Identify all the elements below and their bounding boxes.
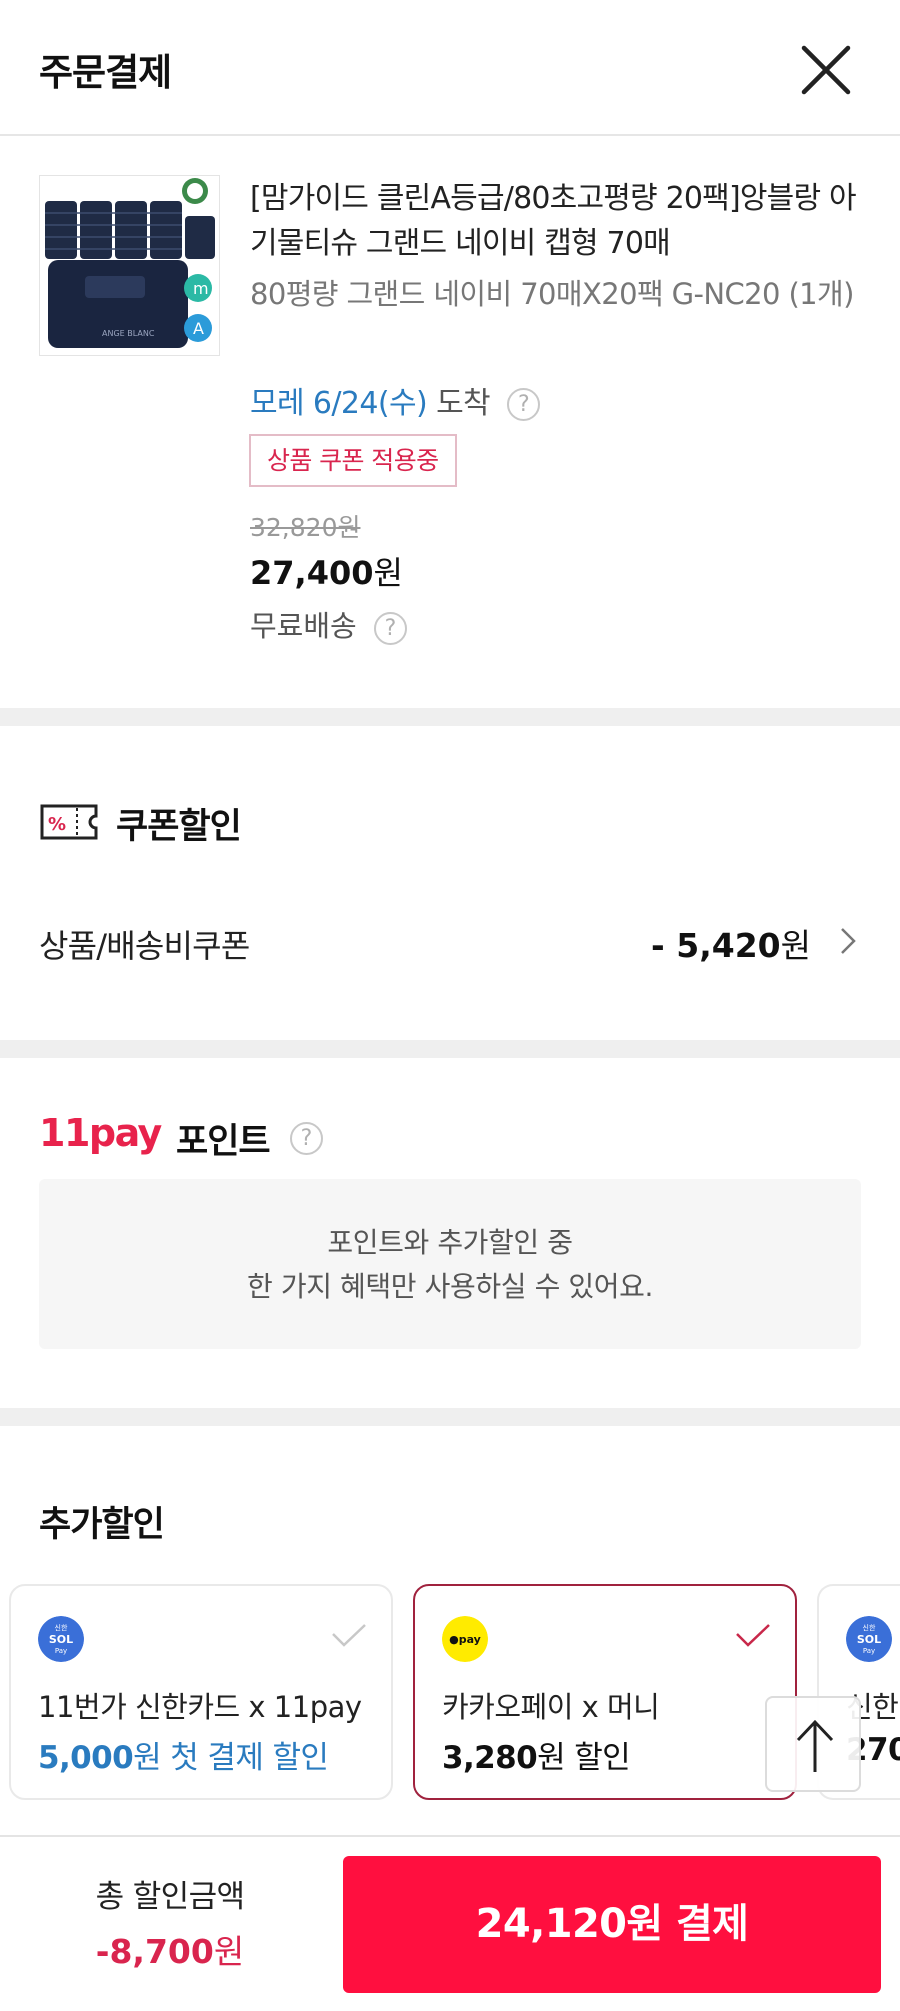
svg-text:%: % (48, 814, 66, 835)
total-discount-value: -8,700원 (0, 1925, 340, 1973)
check-icon (332, 1624, 366, 1647)
svg-text:m: m (193, 279, 209, 298)
coupon-icon: % (40, 804, 98, 840)
sale-price-number: 27,400 (250, 554, 374, 592)
card-benefit-amount: 5,000 (38, 1740, 134, 1776)
check-icon (736, 1624, 770, 1647)
coupon-section-title: 쿠폰할인 (116, 807, 242, 847)
svg-text:A: A (193, 319, 204, 338)
card-benefit: 5,000원 첫 결제 할인 (38, 1732, 329, 1777)
kakao-logo-text: ●pay (449, 1633, 481, 1646)
header: 주문결제 (0, 0, 900, 136)
kakao-pay-logo: ●pay (442, 1616, 488, 1662)
point-notice-line1: 포인트와 추가할인 중 (327, 1226, 573, 1259)
coupon-discount-number: - 5,420 (651, 926, 781, 965)
sol-pay-logo: 신한 SOL Pay (38, 1616, 84, 1662)
point-notice-line2: 한 가지 혜택만 사용하실 수 있어요. (246, 1270, 654, 1303)
card-name: 카카오페이 x 머니 (442, 1690, 660, 1724)
sol-logo-bot: Pay (863, 1647, 875, 1655)
section-divider (0, 1408, 900, 1426)
point-section-title: 포인트 (176, 1122, 271, 1162)
coupon-discount-unit: 원 (780, 926, 811, 965)
sol-logo-bot: Pay (55, 1647, 67, 1655)
svg-text:ANGE BLANC: ANGE BLANC (102, 329, 155, 338)
pay-button[interactable]: 24,120원 결제 (343, 1856, 881, 1993)
total-discount-number: -8,700 (95, 1932, 214, 1971)
close-icon[interactable] (796, 40, 856, 100)
sol-logo-top: 신한 (55, 1623, 68, 1632)
card-benefit-amount: 3,280 (442, 1740, 538, 1776)
coupon-applied-badge: 상품 쿠폰 적용중 (249, 434, 457, 487)
card-benefit-text: 할인 (564, 1740, 631, 1776)
product-section: m A ANGE BLANC [맘가이드 클린A등급/80초고평량 20팩]앙블… (0, 138, 900, 708)
extra-discount-title: 추가할인 (39, 1505, 165, 1545)
total-discount-unit: 원 (213, 1932, 245, 1971)
scroll-to-top-button[interactable] (765, 1696, 861, 1792)
page-title: 주문결제 (39, 51, 172, 94)
arrival-date: 모레 6/24(수) (250, 386, 428, 421)
arrival-suffix: 도착 (436, 386, 491, 421)
shipping-label: 무료배송 (250, 609, 357, 643)
coupon-discount-value: - 5,420원 (651, 919, 811, 967)
section-divider (0, 1040, 900, 1058)
product-option: 80평량 그랜드 네이비 70매X20팩 G-NC20 (1개) (250, 277, 854, 311)
card-benefit: 3,280원 할인 (442, 1732, 631, 1777)
discount-card-shinhan-11pay[interactable]: 신한 SOL Pay 11번가 신한카드 x 11pay 5,000원 첫 결제… (9, 1584, 393, 1800)
chevron-right-icon[interactable] (837, 925, 859, 957)
sol-pay-logo: 신한 SOL Pay (846, 1616, 892, 1662)
arrival-info: 모레 6/24(수) 도착 ? (250, 378, 540, 422)
card-benefit-unit: 원 (537, 1740, 566, 1776)
product-image[interactable]: m A ANGE BLANC (39, 175, 220, 356)
help-icon[interactable]: ? (373, 611, 407, 645)
bottom-bar: 총 할인금액 -8,700원 24,120원 결제 (0, 1835, 900, 2011)
coupon-row-label: 상품/배송비쿠폰 (39, 927, 250, 965)
card-name: 11번가 신한카드 x 11pay (38, 1690, 362, 1724)
section-divider (0, 708, 900, 726)
product-name[interactable]: [맘가이드 클린A등급/80초고평량 20팩]앙블랑 아기물티슈 그랜드 네이비… (250, 176, 860, 266)
help-icon[interactable]: ? (290, 1122, 323, 1155)
shipping-info: 무료배송 ? (250, 603, 407, 645)
sale-price: 27,400원 (250, 548, 403, 594)
sol-logo-mid: SOL (49, 1633, 73, 1646)
arrow-up-icon (796, 1719, 834, 1772)
card-benefit-unit: 원 (133, 1740, 162, 1776)
card-benefit-text: 첫 결제 할인 (160, 1740, 329, 1776)
sol-logo-mid: SOL (857, 1633, 881, 1646)
original-price: 32,820원 (250, 513, 361, 542)
11pay-logo: 11pay (39, 1111, 162, 1155)
sol-logo-top: 신한 (863, 1623, 876, 1632)
total-discount-label: 총 할인금액 (95, 1879, 245, 1915)
discount-card-kakaopay[interactable]: ●pay 카카오페이 x 머니 3,280원 할인 (413, 1584, 797, 1800)
coupon-row[interactable]: 상품/배송비쿠폰 - 5,420원 (39, 915, 859, 965)
help-icon[interactable]: ? (507, 388, 540, 421)
sale-price-unit: 원 (373, 554, 403, 592)
point-notice-box: 포인트와 추가할인 중 한 가지 혜택만 사용하실 수 있어요. (39, 1179, 861, 1349)
